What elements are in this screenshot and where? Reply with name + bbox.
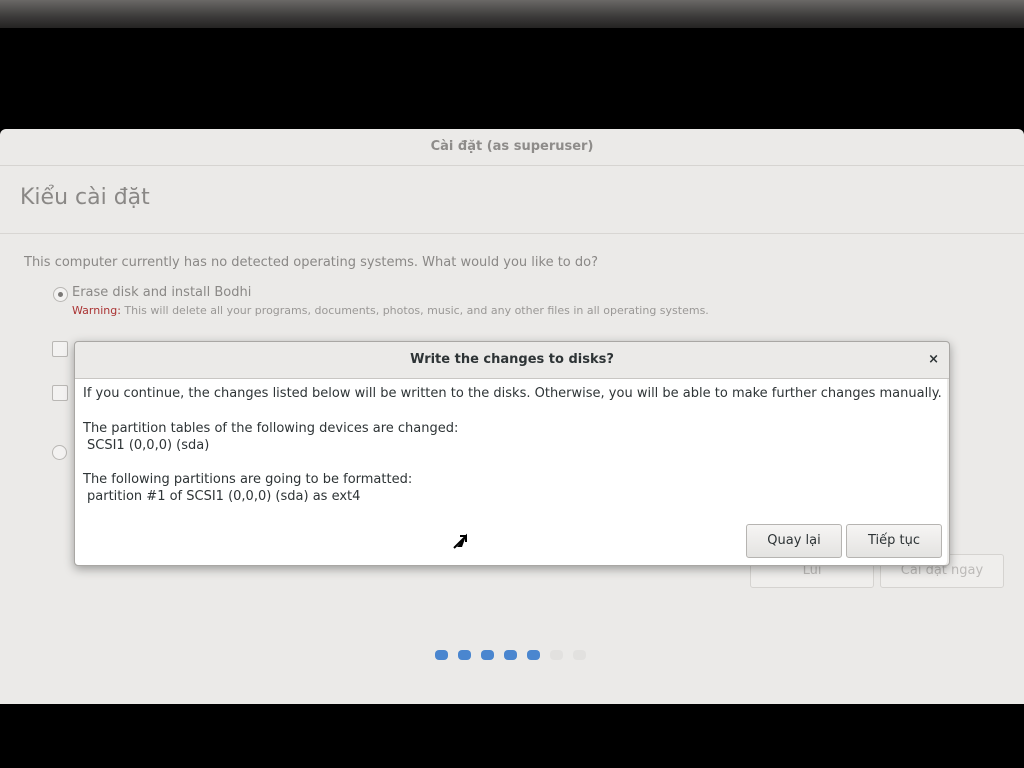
confirm-dialog: Write the changes to disks? × If you con… bbox=[74, 341, 950, 566]
warning-text: This will delete all your programs, docu… bbox=[120, 304, 709, 317]
erase-disk-radio[interactable] bbox=[53, 287, 68, 302]
close-icon[interactable]: × bbox=[928, 342, 939, 378]
dialog-intro: If you continue, the changes listed belo… bbox=[83, 386, 942, 401]
continue-button[interactable]: Tiếp tục bbox=[846, 524, 942, 558]
option-radio-something-else[interactable] bbox=[52, 445, 67, 460]
progress-dots bbox=[435, 650, 586, 660]
install-question: This computer currently has no detected … bbox=[24, 255, 598, 270]
formatted-heading: The following partitions are going to be… bbox=[83, 472, 413, 487]
dialog-titlebar: Write the changes to disks? × bbox=[75, 342, 949, 379]
warning-prefix: Warning: bbox=[72, 304, 121, 317]
progress-dot bbox=[481, 650, 494, 660]
progress-dot bbox=[504, 650, 517, 660]
progress-dot bbox=[573, 650, 586, 660]
top-panel bbox=[0, 0, 1024, 28]
formatted-item: partition #1 of SCSI1 (0,0,0) (sda) as e… bbox=[87, 489, 361, 504]
progress-dot bbox=[550, 650, 563, 660]
radio-dot bbox=[58, 292, 63, 297]
mouse-pointer-icon bbox=[453, 533, 467, 549]
option-checkbox-1[interactable] bbox=[52, 341, 68, 357]
partition-tables-heading: The partition tables of the following de… bbox=[83, 421, 459, 436]
dialog-title: Write the changes to disks? bbox=[410, 352, 614, 367]
erase-warning: Warning: This will delete all your progr… bbox=[72, 304, 709, 317]
installer-title: Cài đặt (as superuser) bbox=[0, 129, 1024, 166]
partition-table-item: SCSI1 (0,0,0) (sda) bbox=[87, 438, 210, 453]
progress-dot bbox=[527, 650, 540, 660]
erase-disk-label[interactable]: Erase disk and install Bodhi bbox=[72, 285, 251, 300]
progress-dot bbox=[458, 650, 471, 660]
progress-dot bbox=[435, 650, 448, 660]
divider bbox=[0, 233, 1024, 234]
page-title: Kiểu cài đặt bbox=[20, 185, 150, 210]
dialog-body: If you continue, the changes listed belo… bbox=[75, 379, 947, 565]
go-back-button[interactable]: Quay lại bbox=[746, 524, 842, 558]
option-checkbox-2[interactable] bbox=[52, 385, 68, 401]
